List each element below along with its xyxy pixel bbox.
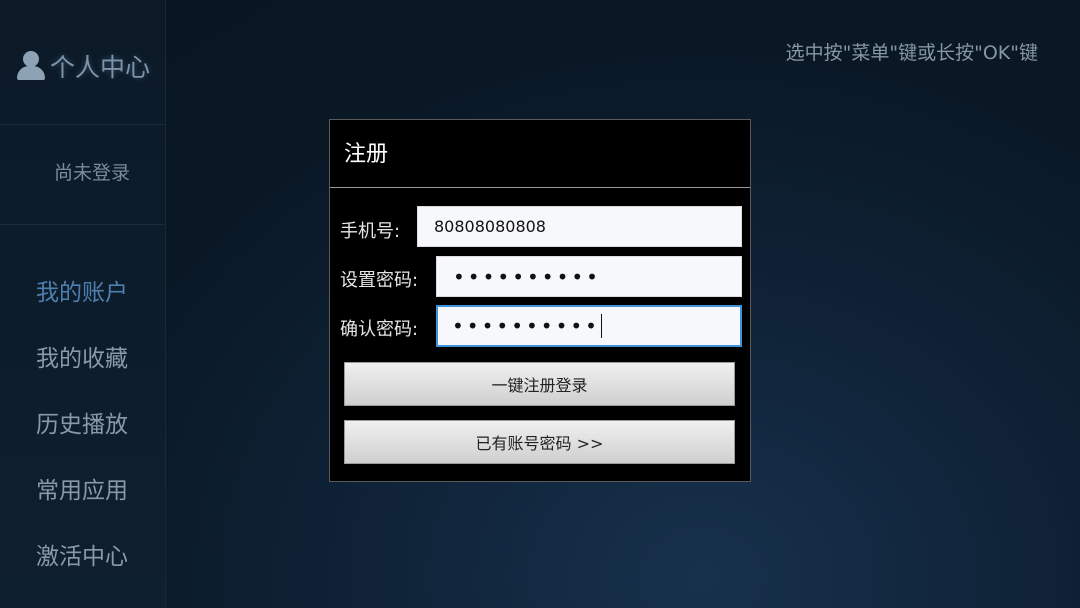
- divider: [0, 224, 165, 225]
- sidebar: 个人中心 尚未登录 我的账户 我的收藏 历史播放 常用应用 激活中心: [0, 0, 166, 608]
- person-icon: [16, 50, 46, 82]
- login-status[interactable]: 尚未登录: [54, 158, 130, 185]
- phone-label: 手机号:: [340, 221, 401, 242]
- profile-title: 个人中心: [50, 53, 151, 82]
- nav-item-common-apps[interactable]: 常用应用: [36, 471, 128, 505]
- divider: [0, 124, 165, 125]
- text-cursor: [600, 314, 602, 338]
- nav-item-activation[interactable]: 激活中心: [36, 537, 128, 571]
- confirm-password-input[interactable]: ••••••••••: [436, 305, 742, 347]
- nav-item-my-account[interactable]: 我的账户: [36, 273, 128, 307]
- password-value: ••••••••••: [453, 264, 601, 289]
- phone-value: 80808080808: [434, 217, 546, 236]
- nav-item-history[interactable]: 历史播放: [36, 405, 128, 439]
- menu-hint: 选中按"菜单"键或长按"OK"键: [785, 42, 1038, 64]
- divider: [330, 187, 750, 188]
- phone-input[interactable]: 80808080808: [417, 206, 742, 247]
- password-input[interactable]: ••••••••••: [436, 256, 742, 297]
- dialog-title: 注册: [344, 142, 389, 167]
- confirm-password-value: ••••••••••: [452, 314, 600, 338]
- profile-header: 个人中心: [16, 48, 150, 84]
- nav-item-favorites[interactable]: 我的收藏: [36, 339, 128, 373]
- register-login-button[interactable]: 一键注册登录: [344, 362, 735, 406]
- confirm-password-label: 确认密码:: [340, 319, 419, 340]
- password-label: 设置密码:: [340, 270, 419, 291]
- register-dialog: 注册 手机号: 80808080808 设置密码: •••••••••• 确认密…: [329, 119, 751, 482]
- have-account-button[interactable]: 已有账号密码 >>: [344, 420, 735, 464]
